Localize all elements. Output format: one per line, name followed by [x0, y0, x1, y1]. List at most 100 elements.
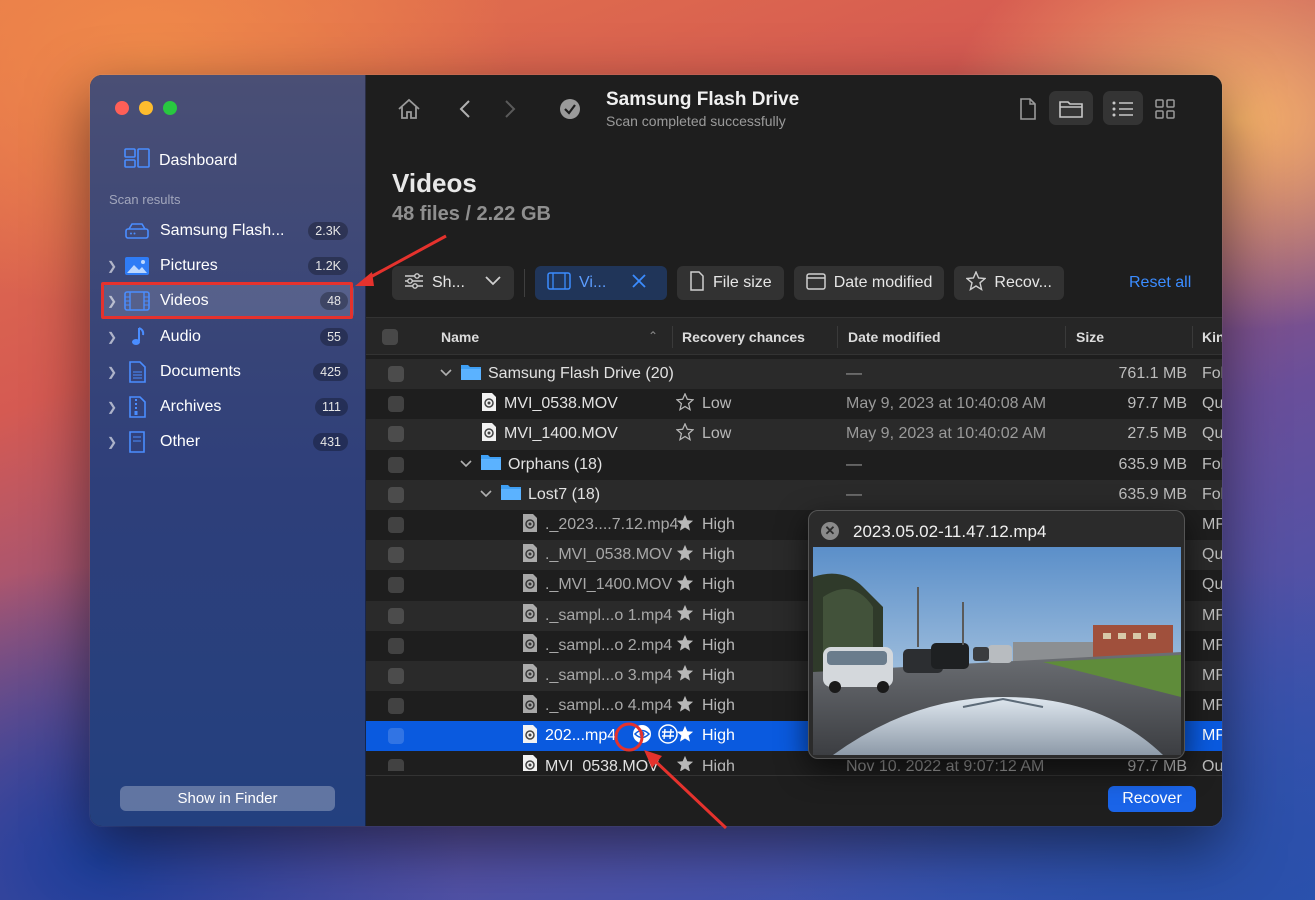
sidebar-list: Samsung Flash... 2.3K ❯ Pictures 1.2K ❯ … — [102, 213, 354, 460]
row-checkbox[interactable] — [388, 396, 404, 413]
chevron-down-icon[interactable] — [440, 365, 452, 383]
chevron-right-icon[interactable]: ❯ — [102, 400, 122, 414]
row-checkbox[interactable] — [388, 426, 404, 443]
row-name: ._MVI_0538.MOV — [545, 546, 673, 564]
table-row[interactable]: MVI_0538.MOV Low May 9, 2023 at 10:40:08 A… — [366, 389, 1222, 419]
row-name: ._sampl...o 4.mp4 — [545, 697, 673, 715]
minimize-window-button[interactable] — [139, 101, 153, 115]
chevron-down-icon[interactable] — [460, 456, 472, 474]
sidebar-item-count: 1.2K — [308, 256, 348, 275]
video-preview-image[interactable] — [813, 547, 1181, 755]
sidebar-item-documents[interactable]: ❯ Documents 425 — [102, 354, 354, 389]
recovery-filter-label: Recov... — [994, 274, 1052, 291]
row-date: Nov 10, 2022 at 9:07:12 AM — [846, 757, 1045, 771]
sidebar-item-samsung[interactable]: Samsung Flash... 2.3K — [102, 213, 354, 248]
film-icon — [547, 271, 571, 295]
row-checkbox[interactable] — [388, 758, 404, 771]
row-checkbox[interactable] — [388, 667, 404, 684]
show-in-finder-button[interactable]: Show in Finder — [120, 786, 335, 811]
sidebar-item-other[interactable]: ❯ Other 431 — [102, 425, 354, 460]
row-date: May 9, 2023 at 10:40:02 AM — [846, 425, 1047, 443]
sidebar-item-dashboard[interactable]: Dashboard — [124, 148, 237, 173]
toolbar: Samsung Flash Drive Scan completed succe… — [366, 75, 1222, 145]
chevron-right-icon[interactable]: ❯ — [102, 259, 122, 273]
row-checkbox[interactable] — [388, 607, 404, 624]
row-checkbox[interactable] — [388, 577, 404, 594]
bottom-bar: Recover — [366, 775, 1222, 826]
star-icon — [675, 422, 695, 446]
row-size: 761.1 MB — [1118, 365, 1187, 383]
row-checkbox[interactable] — [388, 366, 404, 383]
table-row[interactable]: Orphans (18) — 635.9 MB Fol — [366, 450, 1222, 480]
row-checkbox[interactable] — [388, 456, 404, 473]
column-size-header[interactable]: Size — [1076, 318, 1104, 356]
close-window-button[interactable] — [115, 101, 129, 115]
chevron-right-icon[interactable]: ❯ — [102, 330, 122, 344]
select-all-checkbox[interactable] — [382, 329, 398, 345]
chevron-down-icon[interactable] — [480, 486, 492, 504]
video-file-icon — [521, 513, 539, 538]
recovery-chance-cell: High — [676, 695, 735, 718]
row-checkbox[interactable] — [388, 547, 404, 564]
list-view-icon[interactable] — [1109, 95, 1137, 123]
file-view-icon[interactable] — [1014, 95, 1042, 123]
recover-button[interactable]: Recover — [1108, 786, 1196, 812]
row-checkbox[interactable] — [388, 698, 404, 715]
table-row[interactable]: MVI_1400.MOV Low May 9, 2023 at 10:40:02 A… — [366, 419, 1222, 450]
show-filter-dropdown[interactable]: Sh... — [392, 266, 514, 300]
column-date-header[interactable]: Date modified — [848, 318, 941, 356]
close-icon[interactable]: ✕ — [821, 522, 839, 540]
recovery-chances-filter[interactable]: Recov... — [954, 266, 1064, 300]
preview-eye-icon[interactable] — [632, 724, 652, 749]
row-kind: MP — [1202, 636, 1222, 654]
table-row[interactable]: Lost7 (18) — 635.9 MB Fol — [366, 479, 1222, 510]
date-modified-label: Date modified — [833, 274, 933, 291]
sidebar-item-archives[interactable]: ❯ Archives 111 — [102, 389, 354, 424]
row-size: 635.9 MB — [1118, 485, 1187, 503]
row-checkbox[interactable] — [388, 486, 404, 503]
row-kind: Qu — [1202, 546, 1222, 564]
row-kind: MP — [1202, 727, 1222, 745]
sidebar: Dashboard Scan results Samsung Flash... … — [90, 75, 366, 826]
close-icon[interactable] — [631, 273, 647, 294]
star-filled-icon — [676, 604, 694, 627]
table-row[interactable]: Samsung Flash Drive (20) — 761.1 MB Fol — [366, 359, 1222, 390]
music-note-icon — [124, 326, 150, 348]
row-checkbox[interactable] — [388, 637, 404, 654]
zoom-window-button[interactable] — [163, 101, 177, 115]
column-recovery-header[interactable]: Recovery chances — [682, 318, 805, 356]
column-kind-header[interactable]: Kin — [1202, 318, 1222, 356]
sidebar-item-audio[interactable]: ❯ Audio 55 — [102, 319, 354, 354]
preview-popover: ✕ 2023.05.02-11.47.12.mp4 — [808, 510, 1185, 759]
star-icon — [675, 392, 695, 416]
row-name: Lost7 (18) — [528, 485, 601, 503]
sort-ascending-icon[interactable]: ⌃ — [648, 329, 658, 343]
grid-view-icon[interactable] — [1151, 95, 1179, 123]
forward-icon[interactable] — [496, 95, 524, 123]
sidebar-item-label: Other — [160, 433, 201, 451]
chevron-right-icon[interactable]: ❯ — [102, 365, 122, 379]
page-title: Videos — [392, 168, 477, 198]
file-size-filter[interactable]: File size — [677, 266, 784, 300]
sidebar-item-pictures[interactable]: ❯ Pictures 1.2K — [102, 248, 354, 283]
kind-filter-chip[interactable]: Vi... — [535, 266, 667, 300]
recovery-chance-cell: High — [676, 725, 735, 748]
back-icon[interactable] — [451, 95, 479, 123]
video-file-icon — [521, 543, 539, 568]
row-name-cell: MVI_0538.MOV — [480, 392, 618, 417]
row-checkbox[interactable] — [388, 728, 404, 745]
row-name-cell: MVI_0538.MOV — [521, 754, 659, 771]
row-size: 635.9 MB — [1118, 455, 1187, 473]
file-size-label: File size — [713, 274, 772, 291]
star-filled-icon — [676, 514, 694, 537]
row-name-cell: 202...mp4 — [521, 724, 678, 749]
home-icon[interactable] — [395, 95, 423, 123]
folder-view-icon[interactable] — [1057, 95, 1085, 123]
row-checkbox[interactable] — [388, 517, 404, 534]
date-modified-filter[interactable]: Date modified — [793, 266, 945, 300]
recovery-chance-cell: High — [676, 544, 735, 567]
chevron-right-icon[interactable]: ❯ — [102, 435, 122, 449]
reset-all-link[interactable]: Reset all — [1129, 274, 1191, 292]
column-name-header[interactable]: Name — [441, 318, 479, 356]
sidebar-item-count: 425 — [313, 362, 348, 381]
